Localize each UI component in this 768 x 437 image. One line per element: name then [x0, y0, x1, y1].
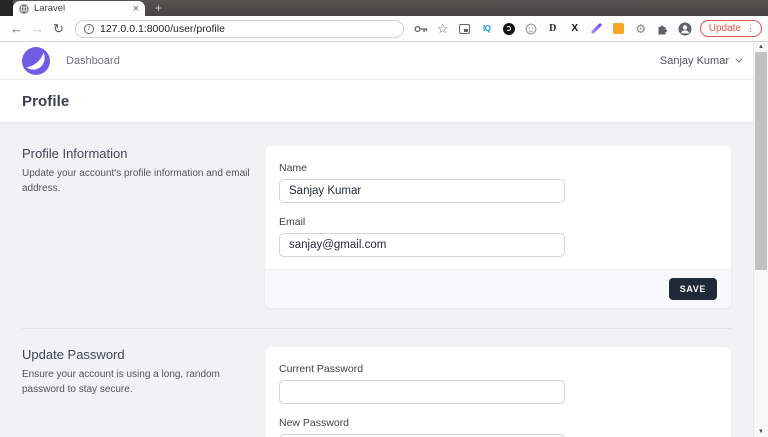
- email-input[interactable]: [279, 233, 565, 257]
- section-intro: Profile Information Update your account'…: [22, 146, 265, 196]
- scrollbar-thumb[interactable]: [755, 52, 767, 270]
- browser-tab-laravel[interactable]: Laravel ×: [13, 1, 145, 16]
- site-info-icon[interactable]: i: [84, 23, 94, 34]
- password-form-card: Current Password New Password: [265, 347, 731, 437]
- current-password-input[interactable]: [279, 380, 565, 404]
- password-form-body: Current Password New Password: [265, 347, 731, 437]
- section-intro: Update Password Ensure your account is u…: [22, 347, 265, 397]
- page-viewport: Dashboard Sanjay Kumar Profile Profile I…: [0, 42, 768, 437]
- section-title: Profile Information: [22, 146, 128, 161]
- puzzle-extensions-icon[interactable]: [654, 20, 672, 38]
- face-extension-icon[interactable]: [522, 20, 540, 38]
- address-bar[interactable]: i 127.0.0.1:8000/user/profile: [75, 19, 404, 38]
- name-input[interactable]: [279, 179, 565, 203]
- pen-extension-icon[interactable]: [588, 20, 606, 38]
- update-label: Update: [708, 23, 741, 34]
- profile-avatar-icon[interactable]: [676, 20, 694, 38]
- note-extension-icon[interactable]: [610, 20, 628, 38]
- url-text: 127.0.0.1:8000/user/profile: [100, 22, 225, 35]
- nav-dashboard-link[interactable]: Dashboard: [66, 55, 120, 67]
- password-key-icon[interactable]: [412, 20, 430, 38]
- dark-circle-extension-icon[interactable]: [500, 20, 518, 38]
- scroll-down-icon[interactable]: ▼: [754, 429, 768, 435]
- profile-form-card: Name Email SAVE: [265, 146, 731, 308]
- reload-button[interactable]: ↻: [50, 21, 67, 37]
- page-title: Profile: [22, 92, 70, 110]
- save-button[interactable]: SAVE: [668, 278, 717, 300]
- menu-dots-icon[interactable]: ⋮: [746, 24, 755, 33]
- browser-window: Laravel × + ← → ↻ i 127.0.0.1:8000/user/…: [0, 0, 768, 437]
- profile-form-body: Name Email: [265, 146, 731, 269]
- chrome-update-button[interactable]: Update ⋮: [699, 20, 762, 37]
- email-label: Email: [279, 216, 306, 228]
- section-divider: [22, 328, 731, 329]
- user-name: Sanjay Kumar: [659, 54, 729, 67]
- profile-information-section: Profile Information Update your account'…: [22, 146, 731, 308]
- new-password-label: New Password: [279, 417, 350, 429]
- scrollbar[interactable]: ▲ ▼: [753, 42, 768, 437]
- page-header: Profile: [0, 80, 768, 122]
- pip-extension-icon[interactable]: [456, 20, 474, 38]
- jetstream-logo-icon[interactable]: [22, 46, 50, 75]
- d-extension-icon[interactable]: D: [544, 20, 562, 38]
- gear-extension-icon[interactable]: ⚙: [632, 20, 650, 38]
- bookmark-star-icon[interactable]: ☆: [434, 20, 452, 38]
- globe-favicon-icon: [19, 3, 29, 14]
- window-edge: [0, 0, 13, 16]
- user-menu-button[interactable]: Sanjay Kumar: [659, 54, 743, 67]
- new-tab-button[interactable]: +: [145, 2, 162, 16]
- tab-title: Laravel: [34, 3, 66, 14]
- section-description: Ensure your account is using a long, ran…: [22, 369, 220, 395]
- section-description: Update your account's profile informatio…: [22, 168, 250, 194]
- tab-close-icon[interactable]: ×: [133, 3, 139, 14]
- x-extension-icon[interactable]: X: [566, 20, 584, 38]
- update-password-section: Update Password Ensure your account is u…: [22, 347, 731, 437]
- forward-button[interactable]: →: [29, 21, 46, 37]
- profile-form-footer: SAVE: [265, 269, 731, 308]
- tab-strip: Laravel × +: [0, 0, 768, 16]
- page-content: Profile Information Update your account'…: [0, 122, 753, 437]
- chevron-down-icon: [735, 55, 743, 63]
- scroll-up-icon[interactable]: ▲: [754, 44, 768, 50]
- browser-toolbar: ← → ↻ i 127.0.0.1:8000/user/profile ☆ IQ…: [0, 16, 768, 42]
- name-label: Name: [279, 162, 308, 174]
- app-nav-bar: Dashboard Sanjay Kumar: [0, 42, 768, 80]
- iq-extension-icon[interactable]: IQ: [478, 20, 496, 38]
- section-title: Update Password: [22, 347, 125, 362]
- current-password-label: Current Password: [279, 363, 364, 375]
- back-button[interactable]: ←: [8, 21, 25, 37]
